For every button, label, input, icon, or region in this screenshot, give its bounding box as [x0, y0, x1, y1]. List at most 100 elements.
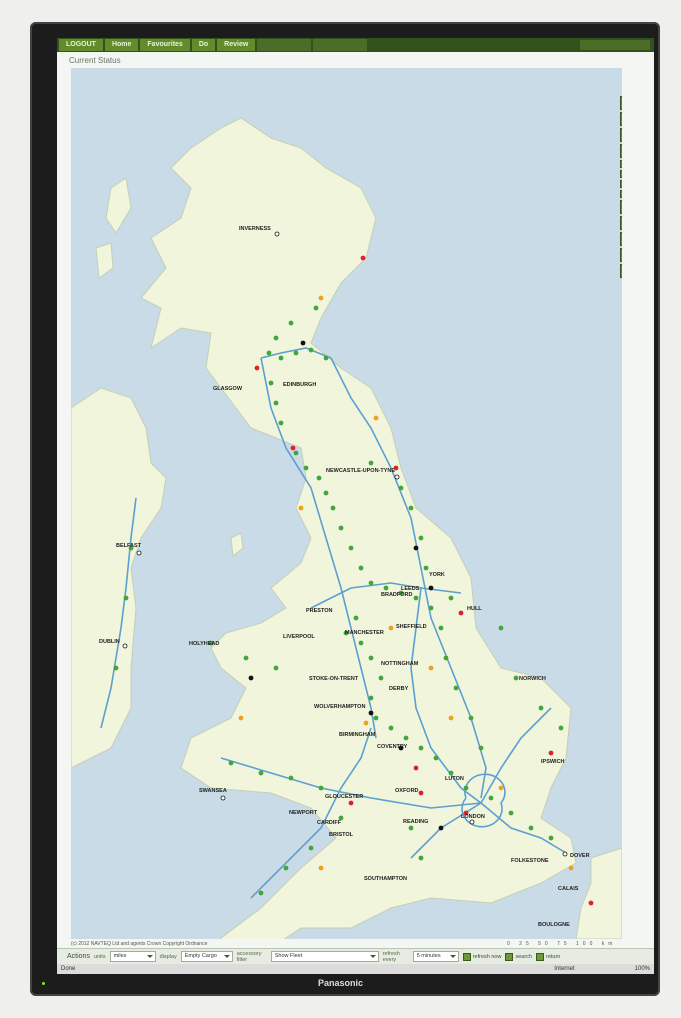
zoom-level-4[interactable] [620, 190, 622, 198]
landmass-ireland [71, 387, 167, 769]
home-button[interactable]: Home [104, 39, 139, 51]
marker-ok [418, 535, 424, 541]
map-canvas[interactable]: INVERNESS GLASGOW EDINBURGH NEWCASTLE-UP… [71, 68, 622, 939]
marker-ok [468, 715, 474, 721]
marker-ok [408, 505, 414, 511]
refresh-now-label: refresh now [472, 953, 502, 960]
map-view[interactable]: INVERNESS GLASGOW EDINBURGH NEWCASTLE-UP… [71, 68, 622, 939]
marker-warning [238, 715, 244, 721]
city-york: YORK [429, 572, 445, 578]
zoom-level-2[interactable] [620, 170, 622, 178]
marker-ok [403, 735, 409, 741]
marker-ok [513, 675, 519, 681]
target-icon[interactable]: ◎ [620, 200, 622, 214]
city-glasgow: GLASGOW [213, 386, 243, 392]
marker-ok [353, 615, 359, 621]
marker-ok [308, 845, 314, 851]
refresh-now-button[interactable]: refresh now [462, 952, 502, 961]
marker-ok [418, 855, 424, 861]
filter-label: accessory filter [236, 950, 262, 963]
nav-tab-extra-2[interactable] [313, 39, 368, 51]
marker-ok [278, 355, 284, 361]
route-icon[interactable]: ✈ [620, 216, 622, 230]
marker-ok [478, 745, 484, 751]
action-bar: Actions units miles display Empty Cargo … [57, 948, 654, 964]
marker-closure [428, 585, 434, 591]
marker-ok [408, 825, 414, 831]
marker-ok [368, 580, 374, 586]
zoom-level-1[interactable] [620, 160, 622, 168]
marker-ok [313, 305, 319, 311]
zoom-text[interactable]: 100% [635, 966, 650, 972]
marker-ok [258, 890, 264, 896]
city-ipswich: IPSWICH [541, 759, 565, 765]
marker-incident [360, 255, 366, 261]
city-belfast: BELFAST [116, 543, 142, 549]
marker-closure [413, 545, 419, 551]
brand-logo: Panasonic [317, 978, 364, 988]
resize-icon[interactable]: ↔ [620, 264, 622, 278]
marker-incident [348, 800, 354, 806]
marker-ok [383, 585, 389, 591]
settings-icon[interactable]: ⚙ [620, 232, 622, 246]
city-reading: READING [403, 819, 428, 825]
city-dot [274, 231, 280, 237]
nav-right-area [580, 40, 650, 50]
filter-select[interactable]: Show Fleet [270, 951, 379, 962]
display-select[interactable]: Empty Cargo [180, 951, 233, 962]
marker-incident [413, 765, 419, 771]
marker-ok [283, 865, 289, 871]
favourites-button[interactable]: Favourites [140, 39, 190, 51]
marker-ok [278, 420, 284, 426]
top-nav: LOGOUT Home Favourites Do Review [57, 38, 654, 52]
marker-incident [418, 790, 424, 796]
marker-ok [448, 770, 454, 776]
marker-ok [548, 835, 554, 841]
zoom-out-icon[interactable]: − [620, 144, 622, 158]
marker-incident [588, 900, 594, 906]
city-london: LONDON [461, 814, 485, 820]
marker-ok [288, 320, 294, 326]
marker-ok [318, 785, 324, 791]
marker-ok [358, 640, 364, 646]
marker-ok [348, 545, 354, 551]
globe-icon[interactable]: ◍ [620, 112, 622, 126]
units-select[interactable]: miles [109, 951, 156, 962]
marker-closure [300, 340, 306, 346]
layers-icon[interactable]: ▤ [620, 96, 622, 110]
marker-warning [498, 785, 504, 791]
city-norwich: NORWICH [519, 676, 546, 682]
zoom-level-3[interactable] [620, 180, 622, 188]
marker-ok [398, 485, 404, 491]
marker-warning [318, 865, 324, 871]
nav-tab-extra-1[interactable] [257, 39, 312, 51]
pan-icon[interactable]: ✥ [620, 248, 622, 262]
marker-ok [438, 625, 444, 631]
search-button[interactable]: search [505, 952, 532, 961]
do-button[interactable]: Do [191, 39, 216, 51]
marker-ok [303, 465, 309, 471]
city-edinburgh: EDINBURGH [283, 382, 316, 388]
actions-label: Actions [67, 953, 90, 960]
refresh-icon [462, 952, 471, 961]
marker-closure [438, 825, 444, 831]
refresh-select[interactable]: 5 minutes [412, 951, 459, 962]
screen: LOGOUT Home Favourites Do Review Current… [57, 38, 654, 964]
marker-incident [254, 365, 260, 371]
marker-ok [316, 475, 322, 481]
logout-button[interactable]: LOGOUT [59, 39, 103, 51]
marker-ok [258, 770, 264, 776]
marker-incident [458, 610, 464, 616]
marker-ok [288, 775, 294, 781]
city-folkestone: FOLKESTONE [511, 858, 549, 864]
zoom-in-icon[interactable]: + [620, 128, 622, 142]
city-gloucester: GLOUCESTER [325, 794, 363, 800]
marker-warning [428, 665, 434, 671]
review-button[interactable]: Review [217, 39, 256, 51]
map-copyright: (c) 2012 NAVTEQ Ltd and agents Crown Cop… [71, 941, 208, 947]
return-button[interactable]: return [535, 952, 560, 961]
marker-ok [443, 655, 449, 661]
marker-warning [568, 865, 574, 871]
city-calais: CALAIS [558, 886, 579, 892]
city-birmingham: BIRMINGHAM [339, 732, 376, 738]
